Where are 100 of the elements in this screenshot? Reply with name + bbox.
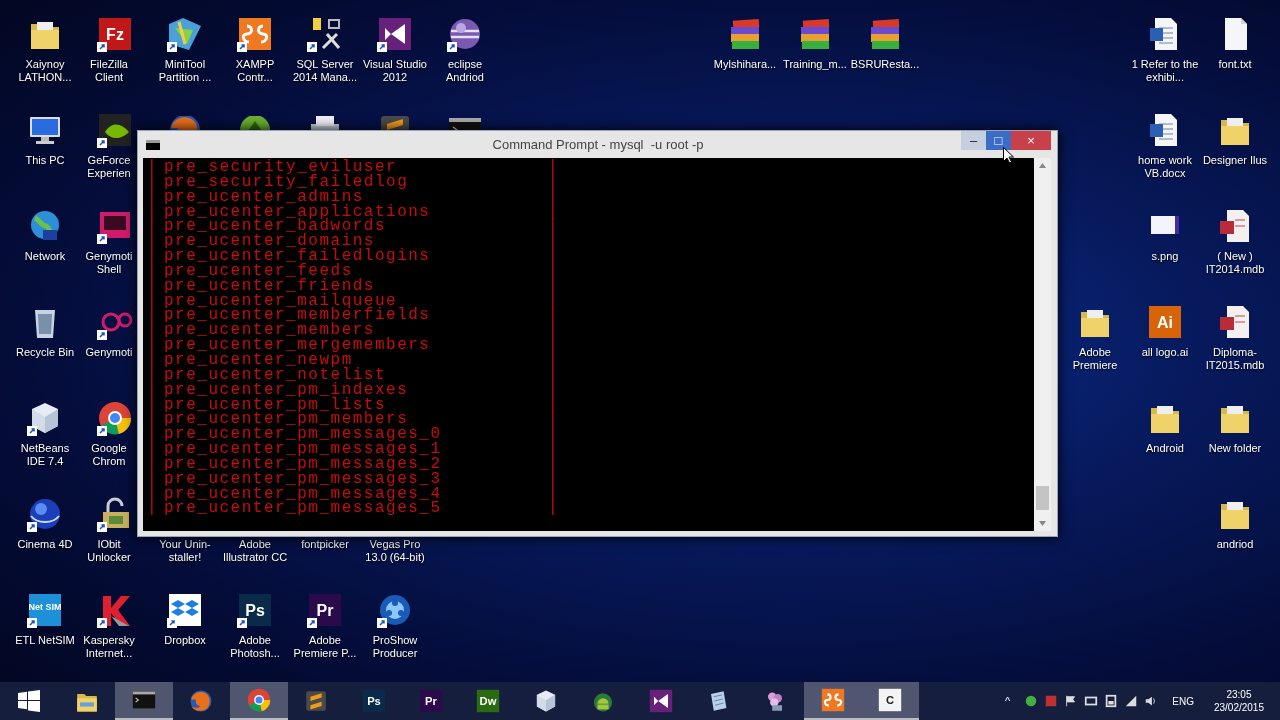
icon-label: Genymoti — [84, 346, 134, 359]
table-border: | — [548, 442, 560, 457]
table-border: | — [548, 263, 560, 279]
icon-label: Recycle Bin — [14, 346, 76, 359]
battery-icon[interactable] — [1104, 694, 1119, 708]
icon-label: Mylshihara... — [713, 58, 777, 71]
table-border: | — [548, 501, 560, 517]
table-border: | — [147, 174, 160, 190]
table-name: pre_ucenter_feeds — [164, 263, 353, 279]
language-indicator[interactable]: ENG — [1172, 693, 1194, 709]
table-name: pre_ucenter_pm_messages_1 — [164, 442, 443, 457]
minimize-button[interactable]: – — [961, 131, 986, 150]
taskbar-button[interactable] — [804, 682, 862, 720]
icon-label: font.txt — [1217, 58, 1253, 71]
table-border: | — [548, 367, 560, 383]
table-name: pre_ucenter_newpm — [164, 352, 353, 368]
icon-label: Training_m... — [783, 58, 847, 71]
scroll-up-icon[interactable] — [1039, 163, 1046, 168]
window-title: Command Prompt - mysql -u root -p — [491, 135, 705, 154]
icon-label: fontpicker — [300, 538, 350, 551]
icon-label: GeForce Experien — [86, 154, 132, 180]
icon-label: ( New ) IT2014.mdb — [1204, 250, 1266, 276]
table-border: | — [548, 249, 560, 264]
table-name: pre_ucenter_failedlogins — [164, 249, 432, 264]
table-border: | — [548, 382, 560, 398]
icon-label: Kaspersky Internet... — [82, 634, 136, 660]
table-name: pre_ucenter_pm_messages_0 — [164, 427, 443, 443]
table-name: pre_ucenter_pm_lists — [164, 397, 387, 413]
taskbar-button[interactable]: C — [861, 682, 919, 720]
icon-label: Cinema 4D — [16, 538, 74, 551]
table-name: pre_ucenter_mailqueue — [164, 293, 398, 309]
clock-time[interactable]: 23:05 — [1226, 688, 1252, 701]
icon-label: Android — [1145, 442, 1185, 455]
icon-label: Adobe Illustrator CC — [221, 538, 289, 564]
taskbar-button[interactable]: Dw — [459, 682, 518, 720]
icon-label: Adobe Photosh... — [229, 634, 281, 660]
icon-label: Xaiynoy LATHON... — [17, 58, 73, 84]
taskbar-button[interactable]: Ps — [344, 682, 403, 720]
table-border: | — [147, 442, 160, 457]
table-name: pre_ucenter_friends — [164, 278, 375, 294]
table-border: | — [147, 160, 160, 175]
icon-label: Diploma-IT2015.mdb — [1204, 346, 1266, 372]
icon-label: BSRUResta... — [850, 58, 920, 71]
icon-label: Designer Ilus — [1201, 154, 1269, 167]
icon-label: ProShow Producer — [371, 634, 419, 660]
icon-label: MiniTool Partition ... — [157, 58, 213, 84]
table-border: | — [548, 456, 560, 472]
table-border: | — [147, 278, 160, 294]
signal-icon[interactable] — [1124, 694, 1139, 708]
network-icon[interactable] — [1084, 694, 1099, 708]
table-border: | — [548, 160, 560, 175]
table-border: | — [548, 338, 560, 353]
icon-label: Adobe Premiere — [1071, 346, 1119, 372]
table-name: pre_ucenter_pm_messages_5 — [164, 501, 443, 517]
taskbar-button[interactable]: Pr — [402, 682, 460, 720]
close-button[interactable]: × — [1011, 131, 1051, 150]
table-border: | — [147, 204, 160, 220]
icon-label: ETL NetSIM — [14, 634, 76, 647]
table-border: | — [548, 352, 560, 368]
icon-label: andriod — [1215, 538, 1255, 551]
table-name: pre_ucenter_applications — [164, 204, 432, 220]
scroll-thumb[interactable] — [1036, 486, 1049, 510]
table-border: | — [147, 338, 160, 353]
table-border: | — [548, 397, 560, 413]
maximize-button[interactable]: □ — [986, 131, 1011, 150]
icon-label: Adobe Premiere P... — [292, 634, 358, 660]
icon-label: Dropbox — [163, 634, 207, 647]
icon-label: Visual Studio 2012 — [362, 58, 428, 84]
table-border: | — [548, 471, 560, 487]
table-name: pre_ucenter_pm_messages_3 — [164, 471, 443, 487]
table-name: pre_security_eviluser — [164, 160, 398, 175]
icon-label: Network — [23, 250, 67, 263]
icon-label: Genymoti Shell — [84, 250, 134, 276]
table-border: | — [147, 486, 160, 502]
icon-label: Google Chrom — [90, 442, 128, 468]
scrollbar[interactable] — [1034, 158, 1051, 531]
icon-label: home work VB.docx — [1137, 154, 1193, 180]
icon-label: s.png — [1150, 250, 1180, 263]
show-hidden-icons-button[interactable]: ^ — [1005, 692, 1011, 710]
table-name: pre_ucenter_pm_messages_2 — [164, 456, 443, 472]
table-name: pre_ucenter_pm_members — [164, 412, 409, 428]
status-dot-icon[interactable] — [1024, 694, 1039, 708]
icon-label: FileZilla Client — [89, 58, 129, 84]
table-name: pre_ucenter_pm_indexes — [164, 382, 410, 398]
table-border: | — [147, 352, 160, 368]
table-border: | — [548, 486, 560, 502]
table-name: pre_ucenter_pm_messages_4 — [164, 486, 443, 502]
icon-label: eclipse Andriod — [445, 58, 485, 84]
icon-label: This PC — [24, 154, 66, 167]
table-name: pre_ucenter_admins — [164, 189, 364, 205]
table-border: | — [147, 189, 160, 205]
table-border: | — [548, 278, 560, 294]
square-icon[interactable] — [1044, 694, 1059, 708]
terminal-icon — [146, 139, 160, 150]
clock-date[interactable]: 23/02/2015 — [1213, 701, 1264, 714]
icon-label: 1 Refer to the exhibi... — [1131, 58, 1199, 84]
icon-label: Your Unin-staller! — [158, 538, 212, 564]
scroll-down-icon[interactable] — [1039, 521, 1046, 526]
taskbar-button[interactable] — [115, 682, 173, 720]
table-name: pre_ucenter_mergemembers — [164, 338, 432, 353]
